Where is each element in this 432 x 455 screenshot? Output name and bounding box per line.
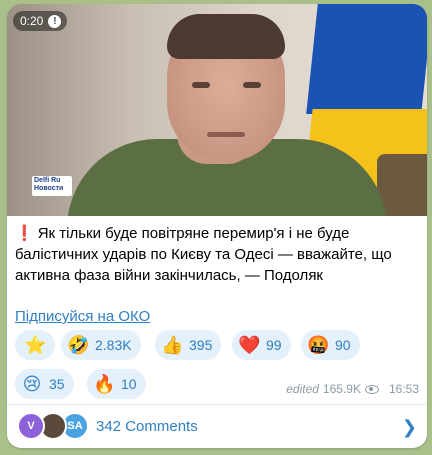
- edited-label: edited: [286, 382, 319, 396]
- crying-face-icon: 😢: [22, 374, 42, 394]
- reaction-count: 2.83K: [95, 337, 132, 353]
- reaction-count: 35: [49, 376, 65, 392]
- angry-face-icon: 🤬: [307, 335, 330, 355]
- logo-line-2: Новости: [34, 185, 64, 192]
- reaction-angry[interactable]: 🤬 90: [301, 330, 360, 360]
- message-time: 16:53: [388, 382, 419, 396]
- reaction-count: 395: [189, 337, 213, 353]
- avatar: V: [17, 412, 45, 440]
- chevron-right-icon: ❯: [401, 417, 417, 437]
- eye-icon: [364, 384, 379, 394]
- message-meta: edited 165.9K 16:53: [286, 382, 419, 396]
- message-bubble: Delfi Ru Новости 0:20 ! ❗ Як тільки буде …: [7, 4, 427, 448]
- heart-icon: ❤️: [238, 335, 261, 355]
- reaction-thumbs-up[interactable]: 👍 395: [155, 330, 222, 360]
- timer-text: 0:20: [20, 14, 44, 28]
- rofl-icon: 🤣: [67, 335, 90, 355]
- comments-row[interactable]: V SA 342 Comments ❯: [7, 405, 427, 448]
- reaction-star[interactable]: ⭐: [15, 330, 55, 360]
- reaction-crying[interactable]: 😢 35: [15, 369, 74, 399]
- star-icon: ⭐: [24, 335, 47, 355]
- speaker-eye-right: [243, 82, 261, 88]
- video-timer[interactable]: 0:20 !: [13, 11, 68, 31]
- subscribe-link[interactable]: Підписуйся на ОКО: [15, 308, 150, 325]
- delfi-logo: Delfi Ru Новости: [32, 176, 72, 196]
- speaker-hair: [167, 14, 285, 59]
- muted-icon: !: [48, 14, 62, 28]
- reaction-count: 99: [266, 337, 282, 353]
- flag-blue-stripe: [306, 4, 427, 114]
- reaction-count: 10: [121, 376, 137, 392]
- reaction-count: 90: [335, 337, 351, 353]
- reaction-fire[interactable]: 🔥 10: [87, 369, 146, 399]
- post-body: Як тільки буде повітряне перемир'я і не …: [15, 225, 392, 284]
- chair: [377, 154, 427, 216]
- reaction-heart[interactable]: ❤️ 99: [232, 330, 291, 360]
- thumbs-up-icon: 👍: [161, 335, 184, 355]
- post-text: ❗ Як тільки буде повітряне перемир'я і не…: [15, 223, 419, 286]
- views-count: 165.9K: [322, 382, 361, 396]
- speaker-eye-left: [192, 82, 210, 88]
- logo-line-1: Delfi Ru: [34, 177, 61, 184]
- speaker-mouth: [207, 132, 245, 137]
- comments-link[interactable]: 342 Comments: [96, 418, 198, 435]
- video-player[interactable]: Delfi Ru Новости 0:20 !: [7, 4, 427, 216]
- exclamation-icon: ❗: [15, 225, 34, 242]
- fire-icon: 🔥: [93, 374, 116, 394]
- reaction-rofl[interactable]: 🤣 2.83K: [61, 330, 141, 360]
